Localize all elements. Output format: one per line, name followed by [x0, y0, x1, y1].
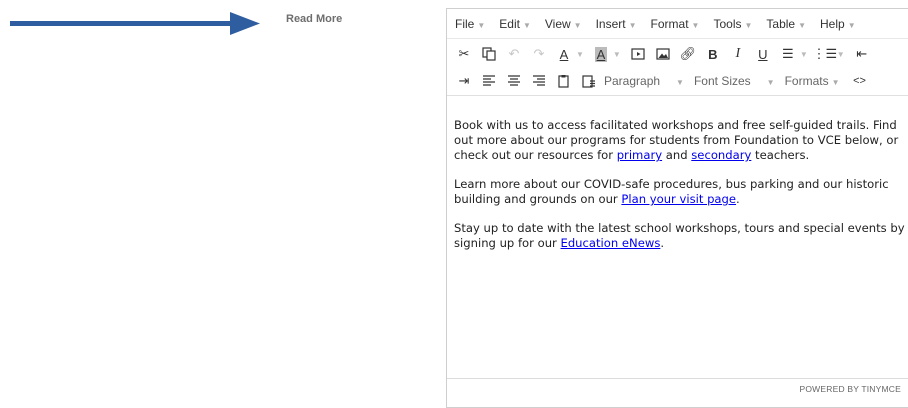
chevron-down-icon[interactable]: ▼	[613, 50, 621, 59]
menu-label: Tools	[713, 16, 742, 31]
paragraph-3: Stay up to date with the latest school w…	[454, 221, 907, 251]
text: teachers.	[751, 148, 810, 162]
outdent-icon[interactable]: ⇤	[852, 44, 872, 64]
education-enews-link[interactable]: Education eNews	[561, 236, 661, 250]
menu-help[interactable]: Help ▼	[820, 17, 856, 31]
toolbar-row-1: ✂ ↶ ↷ A ▼ A ▼ 🔗︎ B I U ☰ ▼ ⋮☰ ▼ ⇤	[447, 42, 908, 66]
menu-label: Edit	[499, 16, 520, 31]
chevron-down-icon: ▼	[744, 20, 753, 30]
menu-label: Format	[650, 16, 689, 31]
dropdown-label: Formats	[784, 73, 829, 88]
menu-label: Insert	[595, 16, 626, 31]
font-sizes-dropdown[interactable]: Font Sizes ▼	[694, 74, 775, 88]
chevron-down-icon[interactable]: ▼	[800, 50, 808, 59]
copy-icon[interactable]	[479, 44, 499, 64]
menubar: File ▼ Edit ▼ View ▼ Insert ▼ Format ▼ Tools ▼…	[447, 9, 908, 39]
menu-file[interactable]: File ▼	[455, 17, 485, 31]
media-icon[interactable]	[628, 44, 648, 64]
menu-label: Help	[820, 16, 845, 31]
dropdown-label: Font Sizes	[693, 73, 751, 88]
chevron-down-icon[interactable]: ▼	[576, 50, 584, 59]
paragraph-1: Book with us to access facilitated works…	[454, 118, 907, 163]
paste-icon[interactable]	[554, 71, 574, 91]
undo-icon[interactable]: ↶	[504, 44, 524, 64]
bullet-list-icon[interactable]: ☰	[778, 44, 798, 64]
cut-icon[interactable]: ✂	[454, 44, 474, 64]
chevron-down-icon: ▼	[573, 20, 582, 30]
text: Stay up to date with the latest school w…	[454, 221, 905, 250]
bold-icon[interactable]: B	[703, 44, 723, 64]
secondary-link[interactable]: secondary	[691, 148, 751, 162]
plan-your-visit-link[interactable]: Plan your visit page	[621, 192, 736, 206]
background-color-icon[interactable]: A	[591, 44, 611, 64]
align-right-icon[interactable]	[529, 71, 549, 91]
paragraph-2: Learn more about our COVID-safe procedur…	[454, 177, 907, 207]
indent-icon[interactable]: ⇥	[454, 71, 474, 91]
chevron-down-icon: ▼	[831, 77, 840, 87]
underline-icon[interactable]: U	[753, 44, 773, 64]
menu-view[interactable]: View ▼	[545, 17, 582, 31]
menu-label: Table	[766, 16, 796, 31]
paste-text-icon[interactable]	[579, 71, 599, 91]
numbered-list-icon[interactable]: ⋮☰	[812, 44, 837, 64]
editor-content[interactable]: Book with us to access facilitated works…	[447, 96, 908, 251]
text: and	[662, 148, 692, 162]
toolbar-row-2: ⇥ Paragraph ▼ Font Sizes ▼ Formats ▼ <>	[447, 66, 908, 96]
code-icon[interactable]: <>	[850, 71, 870, 91]
read-more-link[interactable]: Read More	[286, 13, 342, 25]
menu-format[interactable]: Format ▼	[651, 17, 700, 31]
status-bar: POWERED BY TINYMCE	[447, 378, 908, 399]
link-icon[interactable]: 🔗︎	[678, 44, 698, 64]
menu-label: File	[455, 16, 475, 31]
chevron-down-icon: ▼	[691, 20, 700, 30]
chevron-down-icon: ▼	[628, 20, 637, 30]
rich-text-editor: File ▼ Edit ▼ View ▼ Insert ▼ Format ▼ Tools ▼…	[446, 8, 908, 408]
align-center-icon[interactable]	[504, 71, 524, 91]
chevron-down-icon: ▼	[766, 77, 775, 87]
menu-edit[interactable]: Edit ▼	[499, 17, 531, 31]
image-icon[interactable]	[653, 44, 673, 64]
text: .	[660, 236, 665, 250]
italic-icon[interactable]: I	[728, 44, 748, 64]
powered-by-label[interactable]: POWERED BY TINYMCE	[799, 384, 901, 394]
chevron-down-icon: ▼	[798, 20, 807, 30]
chevron-down-icon: ▼	[847, 20, 856, 30]
dropdown-label: Paragraph	[604, 73, 661, 88]
redo-icon[interactable]: ↷	[529, 44, 549, 64]
menu-table[interactable]: Table ▼	[766, 17, 806, 31]
chevron-down-icon: ▼	[522, 20, 531, 30]
menu-label: View	[544, 16, 571, 31]
menu-insert[interactable]: Insert ▼	[596, 17, 637, 31]
chevron-down-icon: ▼	[477, 20, 486, 30]
align-left-icon[interactable]	[479, 71, 499, 91]
primary-link[interactable]: primary	[617, 148, 662, 162]
paragraph-dropdown[interactable]: Paragraph ▼	[604, 74, 684, 88]
chevron-down-icon: ▼	[676, 77, 684, 87]
menu-tools[interactable]: Tools ▼	[713, 17, 752, 31]
arrow-right-icon	[10, 12, 260, 35]
text: .	[736, 192, 740, 206]
formats-dropdown[interactable]: Formats ▼	[785, 74, 840, 88]
chevron-down-icon[interactable]: ▼	[837, 50, 845, 59]
text-color-icon[interactable]: A	[554, 44, 574, 64]
